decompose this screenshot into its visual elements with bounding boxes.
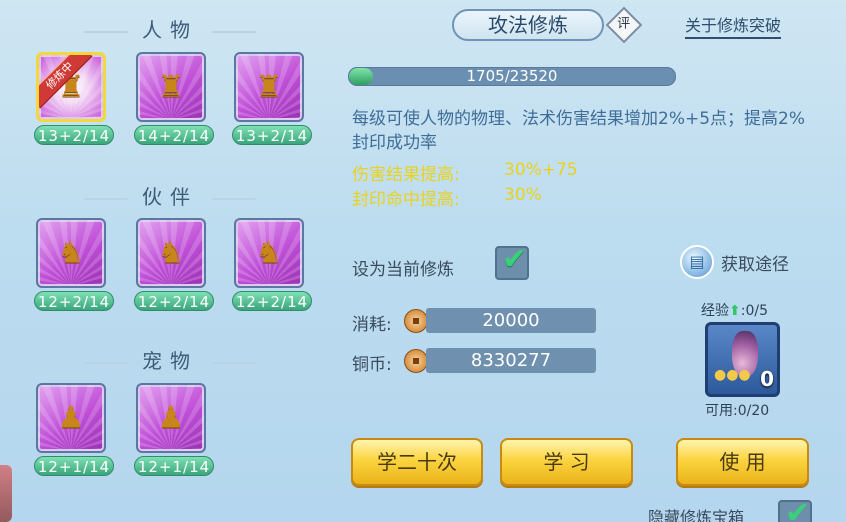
damage-stat-label: 伤害结果提高: <box>352 165 460 185</box>
obtain-route-label: 获取途径 <box>721 254 789 275</box>
checkmark-icon: ✔ <box>502 242 528 277</box>
ornament-divider <box>212 197 256 200</box>
cultivation-category-panel: 人物 ♜ 修炼中 13+2/14 ♜ 14+2/14 ♜ 13+2/14 伙伴 ♞ 12+2/14 ♞… <box>0 0 330 522</box>
warrior-icon: ♜ <box>157 69 185 105</box>
warrior-icon: ♞ <box>157 235 185 271</box>
cultivation-detail-panel: 攻法修炼 评 关于修炼突破 1705/23520 每级可使人物的物理、法术伤害结… <box>330 0 846 522</box>
exp-item-value: :0/5 <box>740 303 768 319</box>
cultivation-description: 每级可使人物的物理、法术伤害结果增加2%+5点；提高2%封印成功率 <box>352 109 805 153</box>
level-pill: 13+2/14 <box>232 125 312 145</box>
cost-value: 20000 <box>426 308 596 333</box>
cultivation-icon[interactable]: ♟ <box>136 383 206 453</box>
ornament-divider <box>84 361 128 364</box>
cultivation-card[interactable]: ♜ 14+2/14 <box>134 52 214 145</box>
hide-treasure-checkbox[interactable]: ✔ <box>778 496 812 522</box>
section-title: 宠物 <box>0 345 340 374</box>
checkmark-icon: ✔ <box>785 496 811 522</box>
coins-value: 8330277 <box>426 348 596 373</box>
item-count: 0 <box>760 367 774 391</box>
exp-item-text: 经验 <box>701 303 729 319</box>
coin-icon <box>404 349 428 373</box>
coins-label: 铜币: <box>352 355 392 375</box>
set-current-label: 设为当前修炼 <box>352 260 454 280</box>
ornament-divider <box>84 197 128 200</box>
cost-label: 消耗: <box>352 315 392 335</box>
cultivation-card[interactable]: ♟ 12+1/14 <box>134 383 214 476</box>
cultivation-card[interactable]: ♜ 修炼中 13+2/14 <box>34 52 114 145</box>
seal-stat-label: 封印命中提高: <box>352 190 460 210</box>
cultivation-icon[interactable]: ♜ <box>234 52 304 122</box>
learn-button[interactable]: 学 习 <box>500 438 633 486</box>
exp-item-label: 经验⬆:0/5 <box>701 300 768 320</box>
damage-stat-row: 伤害结果提高: 30%+75 <box>352 160 578 185</box>
eval-badge[interactable]: 评 <box>605 6 643 44</box>
ornament-divider <box>212 361 256 364</box>
cultivation-icon[interactable]: ♞ <box>36 218 106 288</box>
level-pill: 13+2/14 <box>34 125 114 145</box>
cultivation-card[interactable]: ♞ 12+2/14 <box>232 218 312 311</box>
cultivation-card[interactable]: ♞ 12+2/14 <box>34 218 114 311</box>
level-pill: 12+1/14 <box>34 456 114 476</box>
warrior-icon: ♟ <box>57 400 85 436</box>
warrior-icon: ♞ <box>255 235 283 271</box>
cultivation-icon[interactable]: ♞ <box>136 218 206 288</box>
section-title-label: 伙伴 <box>142 185 198 209</box>
cultivation-exp-bar: 1705/23520 <box>348 67 676 86</box>
level-pill: 12+2/14 <box>232 291 312 311</box>
level-pill: 12+2/14 <box>34 291 114 311</box>
coins-pile-icon: ●●● <box>714 367 751 383</box>
level-pill: 12+1/14 <box>134 456 214 476</box>
cultivation-card[interactable]: ♜ 13+2/14 <box>232 52 312 145</box>
cultivation-icon[interactable]: ♟ <box>36 383 106 453</box>
cultivation-card[interactable]: ♞ 12+2/14 <box>134 218 214 311</box>
section-title: 伙伴 <box>0 181 340 210</box>
damage-stat-value: 30%+75 <box>504 160 578 180</box>
learn-twenty-button[interactable]: 学二十次 <box>351 438 483 486</box>
ornament-divider <box>84 30 128 33</box>
exp-bar-text: 1705/23520 <box>466 67 558 85</box>
use-button[interactable]: 使 用 <box>676 438 809 486</box>
hide-treasure-label: 隐藏修炼宝箱 <box>648 508 745 522</box>
seal-stat-value: 30% <box>504 185 542 205</box>
warrior-icon: ♟ <box>157 400 185 436</box>
ornament-divider <box>212 30 256 33</box>
set-current-checkbox[interactable]: ✔ <box>495 242 529 280</box>
section-title: 人物 <box>0 14 340 43</box>
side-decoration <box>0 465 12 522</box>
breakthrough-info-link[interactable]: 关于修炼突破 <box>685 12 782 39</box>
usable-count: 可用:0/20 <box>705 403 770 419</box>
seal-stat-row: 封印命中提高: 30% <box>352 185 542 210</box>
book-icon: ▤ <box>680 245 714 279</box>
cultivation-icon[interactable]: ♜ 修炼中 <box>36 52 106 122</box>
warrior-icon: ♜ <box>255 69 283 105</box>
cultivation-icon[interactable]: ♜ <box>136 52 206 122</box>
section-title-label: 人物 <box>142 18 198 42</box>
obtain-route-button[interactable]: ▤ 获取途径 <box>680 243 789 281</box>
warrior-icon: ♞ <box>57 235 85 271</box>
cultivation-card[interactable]: ♟ 12+1/14 <box>34 383 114 476</box>
level-pill: 14+2/14 <box>134 125 214 145</box>
treasure-item-slot[interactable]: ●●● 0 <box>705 322 780 397</box>
level-pill: 12+2/14 <box>134 291 214 311</box>
section-title-label: 宠物 <box>142 349 198 373</box>
arrow-up-icon: ⬆ <box>729 303 741 319</box>
tab-attack-magic-cultivation[interactable]: 攻法修炼 <box>452 9 604 41</box>
coin-icon <box>404 309 428 333</box>
cultivation-icon[interactable]: ♞ <box>234 218 304 288</box>
eval-badge-label: 评 <box>617 16 631 32</box>
